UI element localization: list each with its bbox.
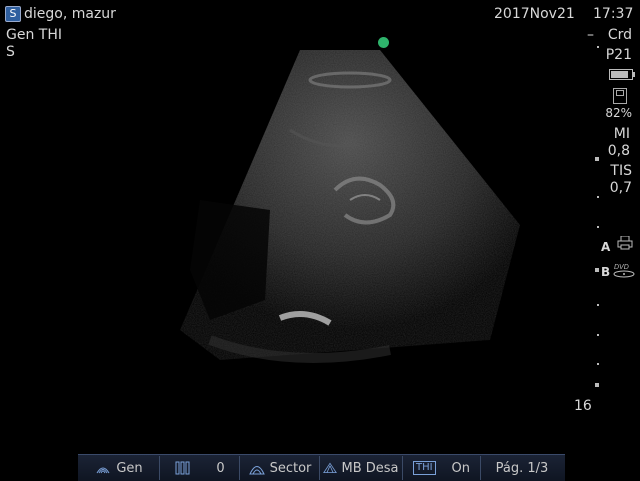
gen-softkey[interactable]: Gen <box>78 456 160 480</box>
sector-label: Sector <box>269 460 312 476</box>
thi-icon: THI <box>412 461 436 475</box>
marker-a: A <box>601 240 611 254</box>
marker-b: B <box>601 265 611 279</box>
depth-tick <box>595 157 599 161</box>
depth-tick <box>597 304 599 306</box>
exam-time: 17:37 <box>593 6 634 22</box>
depth-tick <box>597 226 599 228</box>
patient-name: diego, mazur <box>24 6 116 22</box>
side-dash: – <box>587 27 594 43</box>
depth-tick <box>597 196 599 198</box>
disk-icon <box>613 88 627 104</box>
probe-fan-icon <box>96 467 110 474</box>
exam-date: 2017Nov21 <box>494 6 575 22</box>
ultrasound-logo-icon: S <box>5 6 21 22</box>
mi-value: 0,8 <box>607 143 630 159</box>
mb-softkey[interactable]: MB Desa <box>320 456 403 480</box>
printer-icon[interactable] <box>617 236 633 250</box>
sector-icon <box>248 466 265 475</box>
page-softkey[interactable]: Pág. 1/3 <box>481 456 563 480</box>
depth-tick <box>595 268 599 272</box>
battery-icon <box>609 69 635 80</box>
tis-label: TIS <box>610 163 632 179</box>
sector-softkey[interactable]: Sector <box>240 456 320 480</box>
probe-mode: Crd <box>607 27 632 43</box>
mi-label: MI <box>613 126 630 142</box>
gen-label: Gen <box>116 460 143 476</box>
preset-label: Gen THI <box>6 27 62 43</box>
depth-tick <box>597 46 599 48</box>
depth-tick <box>595 383 599 387</box>
disk-usage: 82% <box>605 106 632 120</box>
depth-value: 16 <box>574 398 592 414</box>
page-label: Pág. 1/3 <box>495 460 549 476</box>
ultrasound-image <box>180 50 520 363</box>
gain-value: 0 <box>216 460 225 476</box>
depth-tick <box>597 334 599 336</box>
tis-value: 0,7 <box>609 180 632 196</box>
mb-label: MB Desa <box>341 460 399 476</box>
depth-tick <box>597 363 599 365</box>
dvd-icon[interactable]: DVD <box>613 262 635 278</box>
sub-label: S <box>6 44 15 60</box>
bars-icon <box>175 461 190 475</box>
triangle-icon <box>323 462 338 474</box>
gain-softkey[interactable]: 0 <box>160 456 240 480</box>
svg-text:DVD: DVD <box>614 264 629 271</box>
probe-name: P21 <box>605 47 632 63</box>
thi-label: On <box>451 460 471 476</box>
softkey-bar: Gen 0 Sector MB Desa THI On Pág. 1/3 <box>78 454 565 481</box>
thi-softkey[interactable]: THI On <box>403 456 481 480</box>
